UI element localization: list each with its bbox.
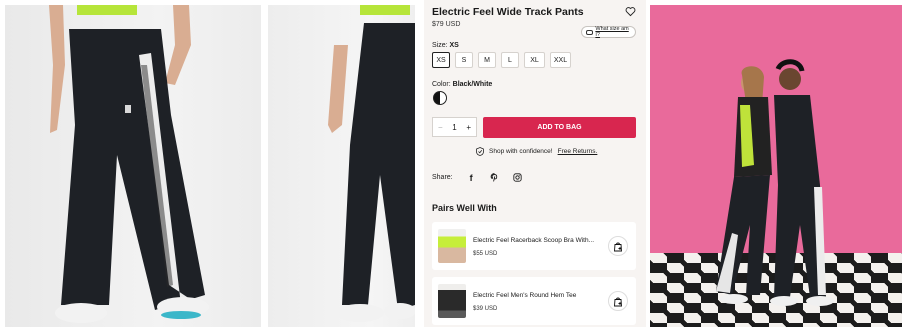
product-title: Electric Feel Wide Track Pants xyxy=(432,6,584,18)
color-swatch-black-white[interactable] xyxy=(433,91,447,105)
quick-add-bag-icon[interactable] xyxy=(608,291,628,311)
size-option-l[interactable]: L xyxy=(501,52,519,68)
pairs-item-card[interactable]: Electric Feel Men's Round Hem Tee $39 US… xyxy=(432,277,636,325)
free-returns-link[interactable]: Free Returns. xyxy=(558,148,598,155)
size-option-s[interactable]: S xyxy=(455,52,473,68)
pants-back-illustration xyxy=(328,5,415,322)
product-photo-front[interactable] xyxy=(5,5,261,327)
size-prefix: Size: xyxy=(432,42,448,49)
product-photo-lifestyle[interactable] xyxy=(650,5,902,327)
size-selected: XS xyxy=(449,42,459,49)
pairs-item-price: $39 USD xyxy=(473,306,498,312)
pants-front-illustration xyxy=(49,5,209,323)
pairs-item-card[interactable]: Electric Feel Racerback Scoop Bra With..… xyxy=(432,222,636,270)
wishlist-heart-icon[interactable] xyxy=(625,6,636,17)
pairs-item-thumbnail[interactable] xyxy=(438,229,466,263)
confidence-text: Shop with confidence! xyxy=(489,148,553,155)
product-photo-back[interactable] xyxy=(268,5,415,327)
pairs-item-price: $55 USD xyxy=(473,251,498,257)
share-row: Share: f xyxy=(432,173,522,183)
product-page: Electric Feel Wide Track Pants $79 USD W… xyxy=(0,0,902,327)
quantity-decrease-button[interactable]: − xyxy=(438,123,443,132)
pairs-item-name[interactable]: Electric Feel Men's Round Hem Tee xyxy=(473,292,603,299)
instagram-icon[interactable] xyxy=(513,173,522,182)
add-to-bag-button[interactable]: ADD TO BAG xyxy=(483,117,636,138)
pairs-item-name[interactable]: Electric Feel Racerback Scoop Bra With..… xyxy=(473,237,603,244)
color-prefix: Color: xyxy=(432,81,451,88)
pairs-well-heading: Pairs Well With xyxy=(432,203,497,213)
size-option-m[interactable]: M xyxy=(478,52,496,68)
size-options: XS S M L XL XXL xyxy=(432,52,571,68)
quantity-stepper: − 1 + xyxy=(432,117,477,137)
pairs-item-thumbnail[interactable] xyxy=(438,284,466,318)
share-label: Share: xyxy=(432,174,453,181)
size-label: Size: XS xyxy=(432,42,459,49)
size-option-xs[interactable]: XS xyxy=(432,52,450,68)
size-guide-label: What size am I? xyxy=(595,26,629,38)
quantity-value[interactable]: 1 xyxy=(452,123,456,132)
quick-add-bag-icon[interactable] xyxy=(608,236,628,256)
shop-confidence: Shop with confidence! Free Returns. xyxy=(476,147,597,156)
color-label: Color: Black/White xyxy=(432,81,492,88)
size-option-xxl[interactable]: XXL xyxy=(550,52,571,68)
pinterest-icon[interactable] xyxy=(490,173,499,182)
dancers-illustration xyxy=(716,59,834,306)
facebook-icon[interactable]: f xyxy=(467,173,476,183)
product-price: $79 USD xyxy=(432,21,461,28)
color-selected: Black/White xyxy=(452,81,493,88)
quantity-increase-button[interactable]: + xyxy=(466,123,471,132)
product-details-panel: Electric Feel Wide Track Pants $79 USD W… xyxy=(424,0,646,327)
size-option-xl[interactable]: XL xyxy=(524,52,545,68)
size-guide-button[interactable]: What size am I? xyxy=(581,26,636,38)
shield-check-icon xyxy=(476,147,484,156)
ruler-icon xyxy=(586,29,594,35)
